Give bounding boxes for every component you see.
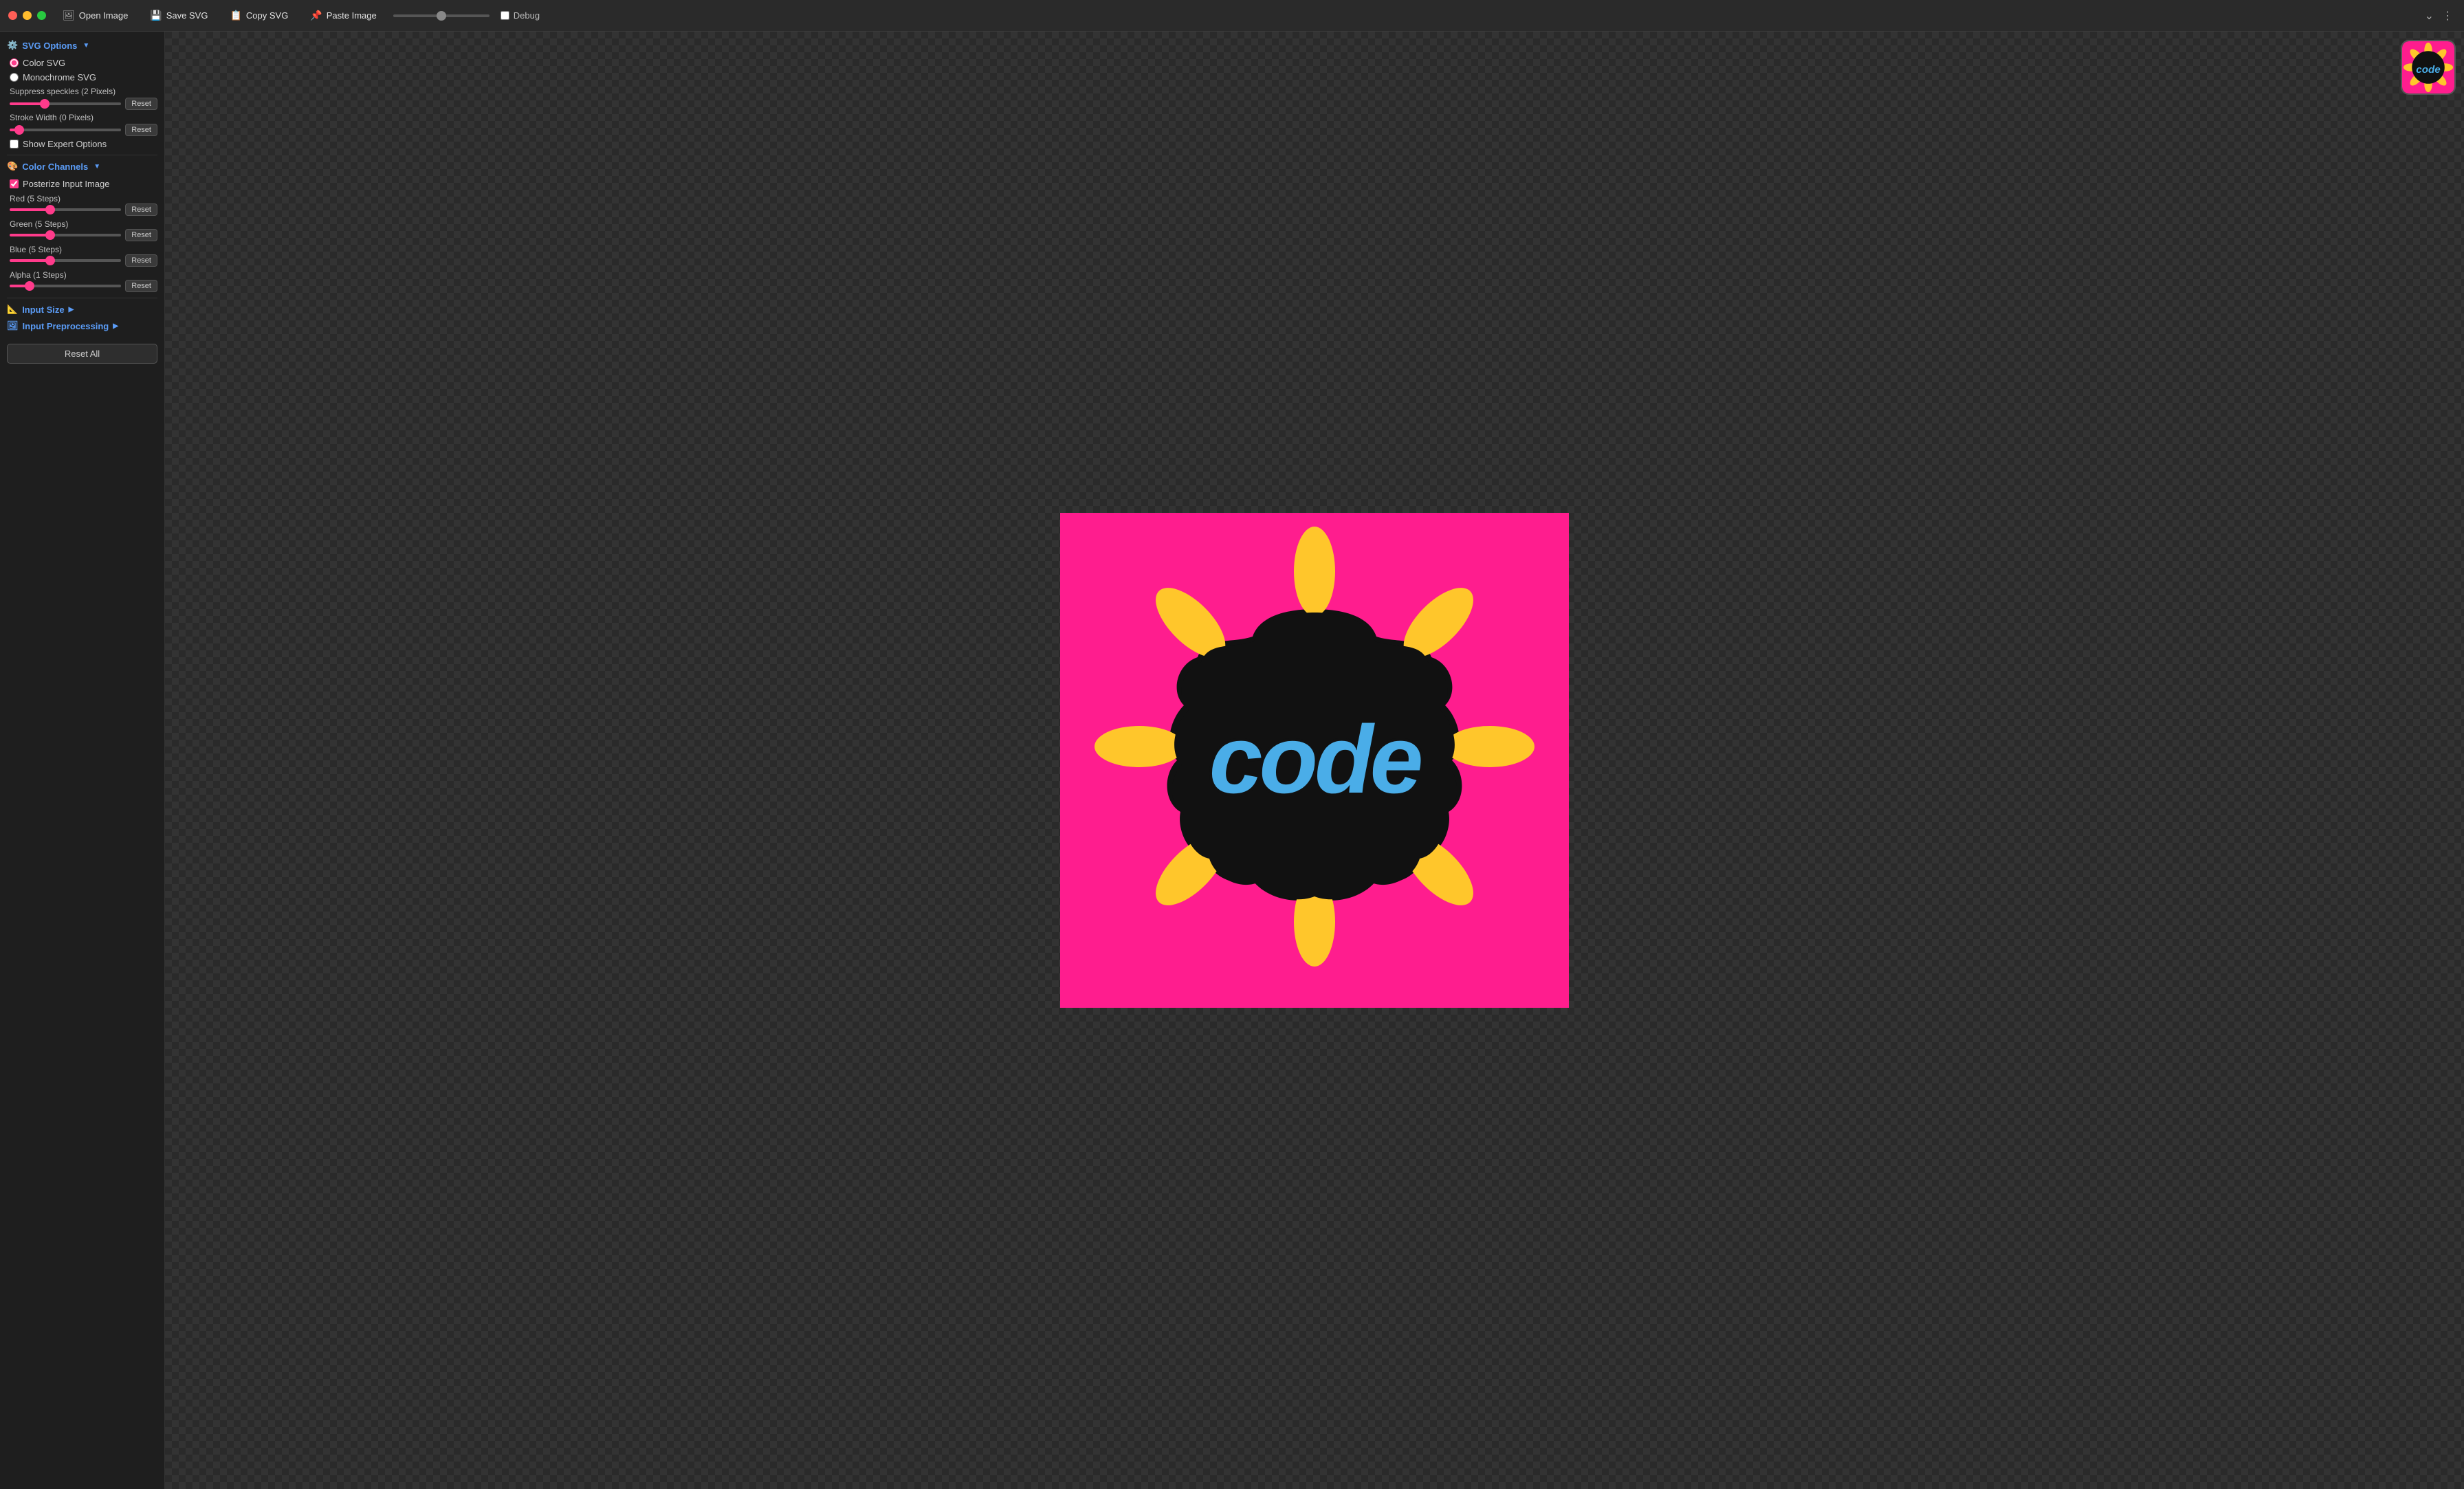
stroke-width-reset[interactable]: Reset xyxy=(125,124,157,136)
posterize-row: Posterize Input Image xyxy=(7,179,157,189)
titlebar-actions: ⌄ ⋮ xyxy=(2422,6,2456,25)
debug-label[interactable]: Debug xyxy=(500,10,540,21)
blue-slider-row: Reset xyxy=(7,254,157,267)
svg-options-chevron: ▼ xyxy=(82,42,89,49)
blue-label: Blue (5 Steps) xyxy=(7,245,62,254)
suppress-speckles-row: Reset xyxy=(7,98,157,110)
color-channels-label: Color Channels xyxy=(22,162,88,172)
color-svg-row: Color SVG xyxy=(7,58,157,68)
copy-svg-button[interactable]: 📋 Copy SVG xyxy=(224,7,294,24)
color-svg-radio[interactable] xyxy=(10,58,19,67)
thumbnail: code xyxy=(2401,40,2456,95)
copy-svg-label: Copy SVG xyxy=(246,10,288,21)
copy-svg-icon: 📋 xyxy=(230,10,241,21)
color-channels-header[interactable]: 🎨 Color Channels ▼ xyxy=(7,161,157,172)
input-size-chevron: ▶ xyxy=(69,306,74,313)
blue-slider[interactable] xyxy=(10,259,121,262)
open-image-label: Open Image xyxy=(79,10,129,21)
input-preprocessing-chevron: ▶ xyxy=(113,322,118,330)
monochrome-svg-row: Monochrome SVG xyxy=(7,72,157,82)
show-expert-row: Show Expert Options xyxy=(7,139,157,149)
monochrome-svg-label: Monochrome SVG xyxy=(23,72,96,82)
green-slider[interactable] xyxy=(10,234,121,236)
fullscreen-button[interactable] xyxy=(37,11,46,20)
titlebar: 🖼 Open Image 💾 Save SVG 📋 Copy SVG 📌 Pas… xyxy=(0,0,2464,32)
save-svg-label: Save SVG xyxy=(166,10,208,21)
paste-image-button[interactable]: 📌 Paste Image xyxy=(305,7,382,24)
main-content: ⚙️ SVG Options ▼ Color SVG Monochrome SV… xyxy=(0,32,2464,1489)
chevron-down-icon[interactable]: ⌄ xyxy=(2422,6,2436,25)
alpha-slider[interactable] xyxy=(10,285,121,287)
input-preprocessing-icon: 🖼 xyxy=(7,320,19,331)
posterize-checkbox[interactable] xyxy=(10,179,19,188)
alpha-reset[interactable]: Reset xyxy=(125,280,157,292)
sidebar: ⚙️ SVG Options ▼ Color SVG Monochrome SV… xyxy=(0,32,165,1489)
svg-text:code: code xyxy=(1209,705,1421,813)
main-canvas: code xyxy=(1060,513,1569,1008)
input-size-icon: 📐 xyxy=(7,304,18,315)
green-label: Green (5 Steps) xyxy=(7,219,68,229)
zoom-slider[interactable] xyxy=(393,14,490,17)
blue-reset[interactable]: Reset xyxy=(125,254,157,267)
stroke-width-row: Reset xyxy=(7,124,157,136)
save-svg-button[interactable]: 💾 Save SVG xyxy=(144,7,213,24)
svg-options-header[interactable]: ⚙️ SVG Options ▼ xyxy=(7,40,157,51)
canvas-area[interactable]: code code xyxy=(165,32,2464,1489)
save-svg-icon: 💾 xyxy=(150,10,162,21)
suppress-speckles-reset[interactable]: Reset xyxy=(125,98,157,110)
monochrome-svg-radio[interactable] xyxy=(10,73,19,82)
show-expert-label: Show Expert Options xyxy=(23,139,107,149)
open-image-button[interactable]: 🖼 Open Image xyxy=(57,7,133,24)
color-svg-label: Color SVG xyxy=(23,58,65,68)
color-channels-chevron: ▼ xyxy=(94,163,100,170)
suppress-speckles-label: Suppress speckles (2 Pixels) xyxy=(7,87,157,96)
open-image-icon: 🖼 xyxy=(63,10,75,21)
input-size-header[interactable]: 📐 Input Size ▶ xyxy=(7,304,157,315)
stroke-width-slider[interactable] xyxy=(10,129,121,131)
green-reset[interactable]: Reset xyxy=(125,229,157,241)
paste-image-icon: 📌 xyxy=(310,10,322,21)
show-expert-checkbox[interactable] xyxy=(10,140,19,148)
debug-text: Debug xyxy=(514,10,540,21)
ellipsis-icon[interactable]: ⋮ xyxy=(2439,6,2456,25)
stroke-width-label: Stroke Width (0 Pixels) xyxy=(7,113,157,122)
alpha-label: Alpha (1 Steps) xyxy=(7,270,67,280)
traffic-lights xyxy=(8,11,46,20)
red-reset[interactable]: Reset xyxy=(125,203,157,216)
reset-all-button[interactable]: Reset All xyxy=(7,344,157,364)
minimize-button[interactable] xyxy=(23,11,32,20)
input-preprocessing-label: Input Preprocessing xyxy=(23,321,109,331)
svg-options-icon: ⚙️ xyxy=(7,40,18,51)
color-channels-icon: 🎨 xyxy=(7,161,18,172)
debug-checkbox[interactable] xyxy=(500,11,509,20)
paste-image-label: Paste Image xyxy=(327,10,377,21)
suppress-speckles-slider[interactable] xyxy=(10,102,121,105)
input-size-label: Input Size xyxy=(22,305,64,315)
svg-options-label: SVG Options xyxy=(22,41,77,51)
svg-text:code: code xyxy=(2416,64,2441,76)
close-button[interactable] xyxy=(8,11,17,20)
red-slider-row: Reset xyxy=(7,203,157,216)
red-label: Red (5 Steps) xyxy=(7,194,60,203)
green-slider-row: Reset xyxy=(7,229,157,241)
red-slider[interactable] xyxy=(10,208,121,211)
alpha-slider-row: Reset xyxy=(7,280,157,292)
posterize-label: Posterize Input Image xyxy=(23,179,109,189)
input-preprocessing-header[interactable]: 🖼 Input Preprocessing ▶ xyxy=(7,320,157,331)
